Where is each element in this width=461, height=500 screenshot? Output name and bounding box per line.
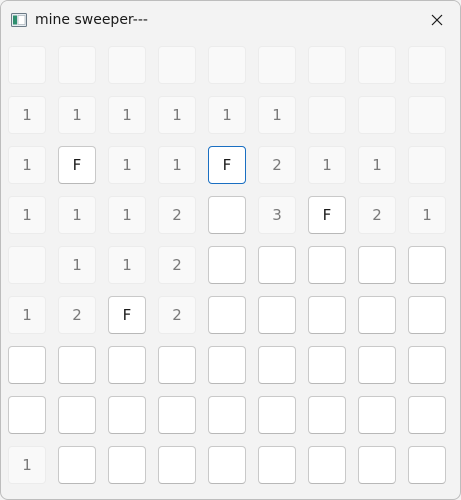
unrevealed-cell[interactable] <box>58 396 96 434</box>
number-cell[interactable]: 1 <box>108 96 146 134</box>
empty-cell[interactable] <box>208 46 246 84</box>
mine-grid: 1111111F11F21111123F2111212F21 <box>1 39 460 499</box>
unrevealed-cell[interactable] <box>308 246 346 284</box>
number-cell[interactable]: 2 <box>158 296 196 334</box>
unrevealed-cell[interactable] <box>258 396 296 434</box>
unrevealed-cell[interactable] <box>158 396 196 434</box>
number-cell[interactable]: 1 <box>8 446 46 484</box>
empty-cell[interactable] <box>158 46 196 84</box>
empty-cell[interactable] <box>8 46 46 84</box>
empty-cell[interactable] <box>108 46 146 84</box>
number-cell[interactable]: 2 <box>258 146 296 184</box>
close-icon <box>431 14 443 26</box>
number-cell[interactable]: 2 <box>358 196 396 234</box>
empty-cell[interactable] <box>258 46 296 84</box>
unrevealed-cell[interactable] <box>208 246 246 284</box>
unrevealed-cell[interactable] <box>58 346 96 384</box>
number-cell[interactable]: 1 <box>208 96 246 134</box>
unrevealed-cell[interactable] <box>158 446 196 484</box>
unrevealed-cell[interactable] <box>108 446 146 484</box>
unrevealed-cell[interactable] <box>208 296 246 334</box>
empty-cell[interactable] <box>8 246 46 284</box>
number-cell[interactable]: 1 <box>108 196 146 234</box>
empty-cell[interactable] <box>408 146 446 184</box>
number-cell[interactable]: 2 <box>58 296 96 334</box>
number-cell[interactable]: 1 <box>408 196 446 234</box>
unrevealed-cell[interactable] <box>208 446 246 484</box>
unrevealed-cell[interactable] <box>258 446 296 484</box>
number-cell[interactable]: 1 <box>58 246 96 284</box>
number-cell[interactable]: 1 <box>258 96 296 134</box>
empty-cell[interactable] <box>408 96 446 134</box>
number-cell[interactable]: 1 <box>58 196 96 234</box>
unrevealed-cell[interactable] <box>108 396 146 434</box>
number-cell[interactable]: 1 <box>58 96 96 134</box>
unrevealed-cell[interactable] <box>208 396 246 434</box>
flagged-cell[interactable]: F <box>208 146 246 184</box>
number-cell[interactable]: 1 <box>158 146 196 184</box>
number-cell[interactable]: 1 <box>8 296 46 334</box>
unrevealed-cell[interactable] <box>358 446 396 484</box>
unrevealed-cell[interactable] <box>308 296 346 334</box>
unrevealed-cell[interactable] <box>408 296 446 334</box>
close-button[interactable] <box>414 1 460 39</box>
flagged-cell[interactable]: F <box>58 146 96 184</box>
empty-cell[interactable] <box>308 46 346 84</box>
unrevealed-cell[interactable] <box>308 446 346 484</box>
number-cell[interactable]: 2 <box>158 246 196 284</box>
number-cell[interactable]: 1 <box>158 96 196 134</box>
unrevealed-cell[interactable] <box>358 296 396 334</box>
title-bar[interactable]: mine sweeper--- <box>1 1 460 39</box>
unrevealed-cell[interactable] <box>358 246 396 284</box>
unrevealed-cell[interactable] <box>258 246 296 284</box>
unrevealed-cell[interactable] <box>358 396 396 434</box>
unrevealed-cell[interactable] <box>158 346 196 384</box>
number-cell[interactable]: 1 <box>308 146 346 184</box>
empty-cell[interactable] <box>358 96 396 134</box>
number-cell[interactable]: 1 <box>108 246 146 284</box>
unrevealed-cell[interactable] <box>308 346 346 384</box>
flagged-cell[interactable]: F <box>108 296 146 334</box>
minesweeper-window: mine sweeper--- 1111111F11F21111123F2111… <box>0 0 461 500</box>
unrevealed-cell[interactable] <box>108 346 146 384</box>
unrevealed-cell[interactable] <box>358 346 396 384</box>
unrevealed-cell[interactable] <box>258 296 296 334</box>
unrevealed-cell[interactable] <box>308 396 346 434</box>
unrevealed-cell[interactable] <box>58 446 96 484</box>
empty-cell[interactable] <box>58 46 96 84</box>
number-cell[interactable]: 1 <box>358 146 396 184</box>
number-cell[interactable]: 1 <box>8 96 46 134</box>
unrevealed-cell[interactable] <box>408 246 446 284</box>
unrevealed-cell[interactable] <box>408 346 446 384</box>
empty-cell[interactable] <box>358 46 396 84</box>
unrevealed-cell[interactable] <box>8 346 46 384</box>
number-cell[interactable]: 1 <box>8 196 46 234</box>
empty-cell[interactable] <box>308 96 346 134</box>
unrevealed-cell[interactable] <box>208 346 246 384</box>
unrevealed-cell[interactable] <box>408 446 446 484</box>
app-window-icon <box>11 13 27 27</box>
unrevealed-cell[interactable] <box>8 396 46 434</box>
number-cell[interactable]: 1 <box>8 146 46 184</box>
number-cell[interactable]: 2 <box>158 196 196 234</box>
window-title: mine sweeper--- <box>35 12 148 28</box>
unrevealed-cell[interactable] <box>258 346 296 384</box>
empty-cell[interactable] <box>408 46 446 84</box>
number-cell[interactable]: 3 <box>258 196 296 234</box>
flagged-cell[interactable]: F <box>308 196 346 234</box>
unrevealed-cell[interactable] <box>408 396 446 434</box>
unrevealed-cell[interactable] <box>208 196 246 234</box>
number-cell[interactable]: 1 <box>108 146 146 184</box>
